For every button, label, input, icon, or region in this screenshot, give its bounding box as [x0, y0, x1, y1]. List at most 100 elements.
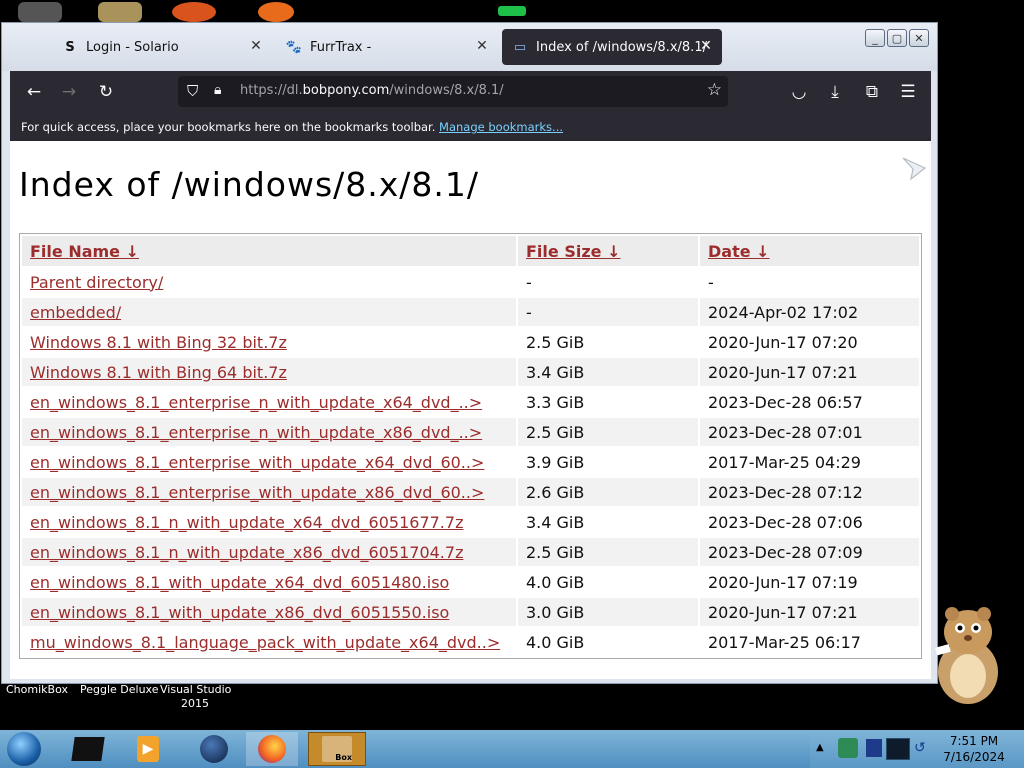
bookmark-star-icon[interactable]: ☆	[707, 80, 722, 100]
forward-arrow-icon[interactable]: →	[58, 81, 80, 103]
tray-volume-icon[interactable]	[866, 739, 882, 757]
send-arrow-icon[interactable]	[901, 155, 927, 181]
file-link[interactable]: embedded/	[30, 303, 121, 322]
url-bar[interactable]: ⛉ 🔒︎ https://dl.bobpony.com/windows/8.x/…	[178, 76, 728, 107]
url-text[interactable]: https://dl.bobpony.com/windows/8.x/8.1/	[240, 83, 504, 98]
table-body: Parent directory/- - embedded/-2024-Apr-02…	[22, 268, 919, 656]
file-size-cell: 4.0 GiB	[526, 632, 585, 652]
media-player-icon[interactable]: ▶	[126, 732, 170, 766]
close-tab-icon[interactable]: ✕	[248, 38, 264, 54]
file-name-cell: en_windows_8.1_enterprise_with_update_x8…	[22, 478, 516, 506]
file-link[interactable]: Windows 8.1 with Bing 32 bit.7z	[30, 333, 287, 352]
page-content: Index of /windows/8.x/8.1/ File Name ↓ F…	[10, 141, 931, 679]
tray-show-hidden-icon[interactable]: ▲	[816, 742, 824, 753]
minimize-button[interactable]: _	[865, 29, 885, 47]
file-name-cell: en_windows_8.1_with_update_x64_dvd_60514…	[22, 568, 516, 596]
file-name-cell: en_windows_8.1_n_with_update_x86_dvd_605…	[22, 538, 516, 566]
file-size-cell: 4.0 GiB	[526, 572, 585, 592]
file-link[interactable]: en_windows_8.1_enterprise_n_with_update_…	[30, 423, 482, 442]
close-window-button[interactable]: ✕	[909, 29, 929, 47]
file-link[interactable]: Windows 8.1 with Bing 64 bit.7z	[30, 363, 287, 382]
start-orb-icon[interactable]	[4, 732, 44, 766]
clock-date: 7/16/2024	[943, 750, 1005, 764]
manage-bookmarks-link[interactable]: Manage bookmarks...	[439, 120, 563, 134]
table-row: mu_windows_8.1_language_pack_with_update…	[22, 628, 919, 656]
file-name-cell: Parent directory/	[22, 268, 516, 296]
close-tab-icon[interactable]: ✕	[698, 38, 714, 54]
lock-icon[interactable]: 🔒︎	[214, 82, 221, 98]
file-name-cell: Windows 8.1 with Bing 32 bit.7z	[22, 328, 516, 356]
file-size-cell: 2.5 GiB	[518, 538, 698, 566]
file-link[interactable]: en_windows_8.1_with_update_x64_dvd_60514…	[30, 573, 449, 592]
reload-icon[interactable]: ↻	[95, 81, 117, 103]
file-link[interactable]: mu_windows_8.1_language_pack_with_update…	[30, 633, 500, 652]
table-row: Parent directory/ - -	[22, 268, 919, 296]
desktop-label-peggle[interactable]: Peggle Deluxe	[80, 683, 159, 697]
globe-icon[interactable]	[192, 732, 236, 766]
tab-index-of[interactable]: ▭ Index of /windows/8.x/8.1/ ✕	[502, 29, 722, 65]
hamster-mascot-image	[922, 602, 1014, 706]
table-row: en_windows_8.1_with_update_x86_dvd_60515…	[22, 598, 919, 626]
file-name-cell: en_windows_8.1_with_update_x86_dvd_60515…	[22, 598, 516, 626]
sort-by-date-link[interactable]: Date ↓	[708, 242, 770, 261]
bookmarks-hint: For quick access, place your bookmarks h…	[21, 113, 563, 141]
extensions-icon[interactable]: ⧉	[861, 81, 883, 103]
chomikbox-box-icon[interactable]: Box	[308, 732, 366, 766]
file-link[interactable]: en_windows_8.1_enterprise_with_update_x6…	[30, 453, 484, 472]
desktop-icon-2[interactable]	[98, 2, 142, 22]
desktop-icon-4[interactable]	[258, 2, 294, 22]
file-date-cell: 2023-Dec-28 07:09	[700, 538, 919, 566]
file-date-cell: 2024-Apr-02 17:02	[700, 298, 919, 326]
taskbar-clock[interactable]: 7:51 PM 7/16/2024	[935, 733, 1013, 765]
tab-furrtrax[interactable]: 🐾 FurrTrax - ✕	[276, 29, 498, 65]
menu-icon[interactable]: ☰	[897, 81, 919, 103]
file-link[interactable]: en_windows_8.1_enterprise_with_update_x8…	[30, 483, 484, 502]
back-arrow-icon[interactable]: ←	[23, 81, 45, 103]
file-date-cell: 2020-Jun-17 07:21	[700, 598, 919, 626]
tray-network-icon[interactable]	[838, 738, 858, 758]
table-row: Windows 8.1 with Bing 64 bit.7z 3.4 GiB 20…	[22, 358, 919, 386]
sort-by-name-link[interactable]: File Name ↓	[30, 242, 139, 261]
file-size-cell: 2.6 GiB	[518, 478, 698, 506]
file-date-cell: 2023-Dec-28 07:01	[700, 418, 919, 446]
file-link[interactable]: en_windows_8.1_n_with_update_x64_dvd_605…	[30, 513, 463, 532]
table-row: Windows 8.1 with Bing 32 bit.7z 2.5 GiB 20…	[22, 328, 919, 356]
chomikbox-icon[interactable]	[66, 732, 110, 766]
file-link[interactable]: en_windows_8.1_n_with_update_x86_dvd_605…	[30, 543, 463, 562]
column-header-filename[interactable]: File Name ↓	[22, 236, 516, 266]
table-row: en_windows_8.1_enterprise_with_update_x6…	[22, 448, 919, 476]
file-name-cell: en_windows_8.1_enterprise_n_with_update_…	[22, 388, 516, 416]
desktop-icon-1[interactable]	[18, 2, 62, 22]
maximize-button[interactable]: ▢	[887, 29, 907, 47]
pocket-icon[interactable]: ◡	[788, 81, 810, 103]
tab-label: Index of /windows/8.x/8.1/	[536, 39, 707, 55]
file-link[interactable]: Parent directory/	[30, 273, 163, 292]
column-header-date[interactable]: Date ↓	[700, 236, 919, 266]
downloads-icon[interactable]: ⤓	[824, 81, 846, 103]
tab-login-solario[interactable]: S Login - Solario ✕	[52, 29, 272, 65]
file-link[interactable]: en_windows_8.1_with_update_x86_dvd_60515…	[30, 603, 449, 622]
column-header-filesize[interactable]: File Size ↓	[518, 236, 698, 266]
desktop-icon-3[interactable]	[172, 2, 216, 22]
file-date-cell: 2020-Jun-17 07:19	[708, 572, 858, 592]
desktop-label-chomikbox[interactable]: ChomikBox	[6, 683, 68, 697]
bookmarks-hint-text: For quick access, place your bookmarks h…	[21, 120, 436, 134]
tray-monitor-icon[interactable]	[886, 738, 910, 760]
tab-label: FurrTrax -	[310, 39, 372, 55]
file-name-cell: en_windows_8.1_enterprise_n_with_update_…	[22, 418, 516, 446]
desktop-label-visual-studio[interactable]: Visual Studio 2015	[160, 683, 231, 711]
paw-favicon-icon: 🐾	[285, 39, 303, 55]
file-name-cell: embedded/	[22, 298, 516, 326]
file-link[interactable]: en_windows_8.1_enterprise_n_with_update_…	[30, 393, 482, 412]
file-size-cell: 3.9 GiB	[526, 452, 585, 472]
file-date-cell: 2020-Jun-17 07:20	[708, 332, 858, 352]
file-size-cell: 3.4 GiB	[518, 358, 698, 386]
clock-time: 7:51 PM	[949, 734, 999, 748]
table-row: en_windows_8.1_with_update_x64_dvd_60514…	[22, 568, 919, 596]
close-tab-icon[interactable]: ✕	[474, 38, 490, 54]
tracking-shield-icon[interactable]: ⛉	[187, 82, 198, 100]
sort-by-size-link[interactable]: File Size ↓	[526, 242, 620, 261]
tray-sync-icon[interactable]: ↺	[914, 740, 926, 756]
firefox-icon[interactable]	[246, 732, 298, 766]
page-title: Index of /windows/8.x/8.1/	[19, 165, 479, 204]
